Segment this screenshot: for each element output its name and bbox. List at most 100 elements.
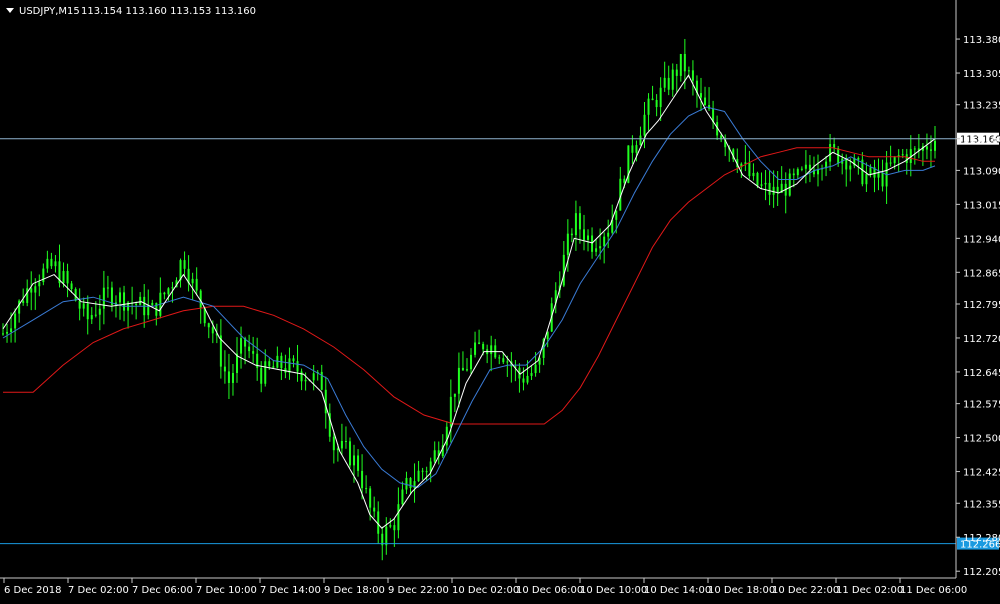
candle-body — [857, 157, 860, 160]
candle-body — [776, 186, 779, 193]
trading-chart[interactable]: 113.160112.266 113.380113.305113.235113.… — [0, 0, 1000, 600]
candle-body — [651, 98, 654, 100]
candle-body — [482, 343, 485, 350]
price-chart-svg[interactable]: 113.160112.266 113.380113.305113.235113.… — [0, 0, 1000, 600]
candle-body — [453, 393, 456, 397]
candle-body — [849, 165, 852, 170]
candle-body — [106, 287, 109, 289]
candle-body — [42, 268, 45, 283]
time-tick-label: 10 Dec 14:00 — [644, 585, 711, 596]
candle-body — [2, 333, 4, 335]
candle-body — [409, 477, 412, 488]
candle-body — [704, 97, 707, 106]
candle-body — [18, 300, 21, 314]
candle-body — [207, 323, 210, 328]
candle-body — [385, 526, 388, 546]
candle-body — [667, 77, 670, 90]
candle-body — [369, 488, 372, 508]
time-tick-label: 10 Dec 22:00 — [772, 585, 839, 596]
symbol-timeframe-label: USDJPY,M15 — [19, 6, 80, 17]
candle-body — [675, 69, 678, 76]
time-tick-label: 7 Dec 02:00 — [68, 585, 129, 596]
candle-body — [877, 172, 880, 178]
candle-body — [760, 184, 763, 186]
candle-body — [231, 372, 234, 383]
candle-body — [804, 164, 807, 169]
candle-body — [78, 300, 81, 309]
candle-body — [643, 114, 646, 136]
candle-body — [490, 345, 493, 355]
candle-body — [699, 93, 702, 98]
candle-body — [365, 488, 368, 490]
candle-body — [845, 158, 848, 170]
candle-body — [14, 313, 17, 329]
candle-body — [183, 260, 186, 269]
candle-body — [288, 358, 291, 373]
candle-body — [635, 145, 638, 153]
candle-body — [671, 69, 674, 90]
candle-body — [929, 149, 932, 151]
candle-body — [272, 366, 275, 368]
candle-body — [211, 327, 214, 334]
candle-body — [889, 162, 892, 164]
chart-header: USDJPY,M15 113.154 113.160 113.153 113.1… — [6, 6, 256, 17]
candle-body — [324, 389, 327, 414]
candle-body — [82, 303, 85, 309]
candle-body — [934, 140, 936, 151]
candle-body — [474, 342, 477, 355]
candle-body — [433, 450, 436, 462]
candle-body — [526, 375, 529, 383]
price-tick-label: 112.795 — [963, 300, 1000, 311]
price-tick-label: 112.940 — [963, 234, 1000, 245]
candle-body — [744, 162, 747, 164]
candle-body — [768, 182, 771, 195]
time-tick-label: 10 Dec 18:00 — [708, 585, 775, 596]
price-tick-label: 113.235 — [963, 101, 1000, 112]
candle-body — [227, 371, 230, 383]
price-tick-label: 112.720 — [963, 334, 1000, 345]
candle-body — [599, 246, 602, 249]
candle-body — [792, 173, 795, 176]
candle-body — [788, 173, 791, 196]
candle-body — [240, 338, 243, 354]
price-tick-label: 112.645 — [963, 368, 1000, 379]
candle-body — [607, 232, 610, 237]
candle-body — [70, 283, 73, 289]
candle-body — [457, 367, 460, 394]
candle-body — [296, 361, 299, 372]
candle-body — [139, 296, 142, 306]
candle-body — [417, 470, 420, 482]
candle-body — [470, 354, 473, 370]
candle-body — [498, 357, 501, 359]
candle-body — [478, 342, 481, 344]
candle-body — [135, 303, 138, 306]
candle-body — [562, 254, 565, 286]
candle-body — [829, 144, 832, 162]
candle-body — [748, 162, 751, 177]
candle-body — [22, 300, 25, 303]
candle-body — [582, 229, 585, 240]
candle-body — [663, 77, 666, 88]
candle-body — [425, 471, 428, 473]
candle-body — [260, 367, 263, 384]
price-tick-label: 112.280 — [963, 533, 1000, 544]
price-tick-label: 113.090 — [963, 166, 1000, 177]
candle-body — [865, 174, 868, 185]
candle-body — [808, 164, 811, 170]
candle-body — [461, 367, 464, 371]
candle-body — [679, 53, 682, 76]
candle-body — [10, 328, 13, 332]
candle-body — [151, 302, 154, 306]
candle-body — [54, 261, 57, 267]
candle-body — [421, 470, 424, 472]
candle-body — [357, 455, 360, 471]
candle-body — [401, 489, 404, 505]
candle-body — [905, 154, 908, 163]
candle-body — [502, 358, 505, 363]
candle-body — [913, 148, 916, 150]
candle-body — [683, 53, 686, 72]
candle-body — [772, 186, 775, 195]
price-tick-label: 112.865 — [963, 268, 1000, 279]
candle-body — [522, 378, 525, 383]
candle-body — [344, 440, 347, 442]
